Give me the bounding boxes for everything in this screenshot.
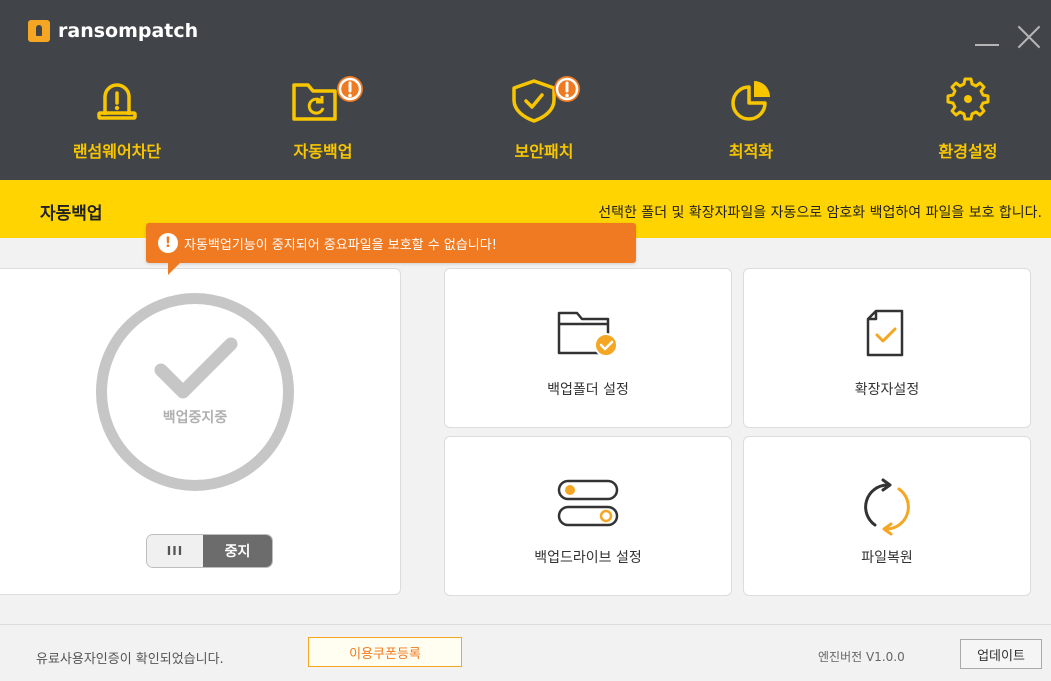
folder-check-icon: [557, 311, 618, 357]
alarm-icon: [97, 83, 137, 120]
feature-label: 백업폴더 설정: [547, 382, 629, 398]
backup-toggle[interactable]: III 중지: [146, 534, 273, 568]
section-title: 자동백업: [40, 204, 103, 224]
logo-icon: [28, 20, 50, 42]
section-description: 선택한 폴더 및 확장자파일을 자동으로 암호화 백업하여 파일을 보호 합니다…: [598, 205, 1042, 221]
nav-label: 자동백업: [293, 142, 353, 161]
nav-label: 환경설정: [938, 142, 998, 161]
coupon-register-button[interactable]: 이용쿠폰등록: [308, 637, 462, 667]
gear-icon: [946, 77, 990, 121]
app-logo: ransompatch: [28, 20, 198, 42]
file-restore-card[interactable]: 파일복원: [743, 436, 1031, 596]
footer-divider: [0, 624, 1051, 625]
folder-backup-icon: [292, 76, 363, 121]
update-button[interactable]: 업데이트: [960, 639, 1042, 669]
checkmark-icon: [154, 337, 238, 399]
close-button[interactable]: [1016, 24, 1042, 50]
drive-toggle-icon: [557, 479, 619, 527]
pie-chart-icon: [731, 81, 770, 121]
backup-drive-settings-card[interactable]: 백업드라이브 설정: [444, 436, 732, 596]
status-label: 백업중지중: [162, 410, 228, 426]
status-ring: 백업중지중: [96, 293, 294, 491]
document-check-icon: [866, 309, 904, 357]
engine-version: 엔진버전 V1.0.0: [818, 650, 905, 664]
nav-label: 랜섬웨어차단: [72, 142, 162, 161]
restore-icon: [864, 478, 910, 536]
warning-text: 자동백업기능이 중지되어 중요파일을 보호할 수 없습니다!: [184, 237, 497, 253]
backup-status-card: 백업중지중 III 중지: [0, 268, 401, 595]
nav-label: 보안패치: [514, 142, 574, 161]
license-status-text: 유료사용자인증이 확인되었습니다.: [36, 652, 224, 667]
feature-label: 파일복원: [861, 550, 913, 566]
warning-tooltip: ! 자동백업기능이 중지되어 중요파일을 보호할 수 없습니다!: [146, 223, 636, 275]
nav-label: 최적화: [728, 142, 774, 161]
nav-auto-backup[interactable]: 자동백업: [248, 70, 398, 170]
backup-folder-settings-card[interactable]: 백업폴더 설정: [444, 268, 732, 428]
app-title: ransompatch: [58, 20, 199, 42]
app-header: ransompatch 랜섬웨어차단 자동백업 보안패치 최적화 환경설정: [0, 0, 1051, 180]
feature-label: 백업드라이브 설정: [534, 550, 642, 566]
toggle-state-label: 중지: [203, 535, 272, 567]
nav-optimize[interactable]: 최적화: [676, 70, 826, 170]
toggle-knob[interactable]: III: [147, 535, 203, 567]
shield-check-icon: [512, 76, 580, 123]
extension-settings-card[interactable]: 확장자설정: [743, 268, 1031, 428]
minimize-button[interactable]: [975, 24, 999, 46]
feature-label: 확장자설정: [854, 382, 920, 398]
nav-security-patch[interactable]: 보안패치: [469, 70, 619, 170]
nav-ransomware-block[interactable]: 랜섬웨어차단: [42, 70, 192, 170]
warning-icon: !: [158, 233, 178, 253]
nav-settings[interactable]: 환경설정: [893, 70, 1043, 170]
